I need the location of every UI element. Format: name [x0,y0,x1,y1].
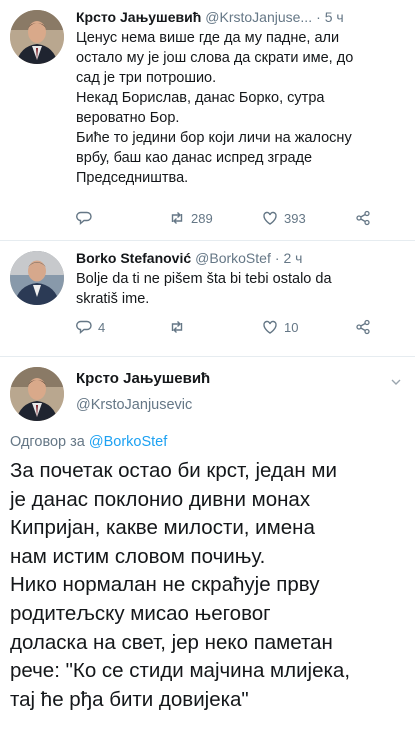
share-icon [356,319,370,335]
heart-icon [263,211,277,225]
reply-to-link[interactable]: @BorkoStef [89,434,167,450]
reply-button[interactable] [76,210,136,226]
tweet-content: Крсто Јањушевић @KrstoJanjuse... · 5 ч Ц… [76,8,405,188]
separator-dot: · [316,9,321,25]
share-icon [356,210,370,226]
tweet-text: За почетак остао би крст, један ми је да… [10,459,351,711]
display-name[interactable]: Borko Stefanović [76,249,191,267]
display-name[interactable]: Крсто Јањушевић [76,369,210,389]
reply-icon [76,320,92,335]
reply-context: Одговор за @BorkoStef [10,434,167,450]
chevron-down-icon[interactable] [389,375,403,389]
avatar[interactable] [10,10,64,64]
reply-count: 4 [98,319,106,335]
reply-button[interactable]: 4 [76,319,136,335]
user-handle[interactable]: @KrstoJanjusevic [76,395,210,415]
tweet-header: Крсто Јањушевић @KrstoJanjuse... · 5 ч [76,8,405,26]
timestamp[interactable]: 2 ч [284,249,303,267]
reply-label: Одговор за [10,434,85,450]
tweet-text: Bolje da ti ne pišem šta bi tebi ostalo … [76,271,332,307]
author-block: Крсто Јањушевић @KrstoJanjusevic [76,369,210,415]
retweet-icon [171,321,183,333]
tweet-1[interactable]: Крсто Јањушевић @KrstoJanjuse... · 5 ч Ц… [0,0,415,241]
like-count: 393 [284,210,306,226]
share-button[interactable] [355,319,375,335]
like-button[interactable]: 393 [262,210,322,226]
display-name[interactable]: Крсто Јањушевић [76,8,201,26]
share-button[interactable] [355,210,375,226]
avatar-image [10,367,64,421]
heart-icon [263,320,277,334]
tweet-actions: 4 10 [76,319,375,335]
separator-dot: · [274,250,280,266]
retweet-button[interactable] [169,319,229,335]
like-count: 10 [284,319,299,335]
tweet-text: Ценус нема више где да му падне, али ост… [76,30,354,186]
tweet-2[interactable]: Borko Stefanović @BorkoStef · 2 ч Bolje … [0,241,415,357]
avatar-image [10,10,64,64]
tweet-content: Borko Stefanović @BorkoStef · 2 ч Bolje … [76,249,405,309]
retweet-count: 289 [191,210,213,226]
timestamp[interactable]: 5 ч [325,8,344,26]
reply-icon [76,211,92,226]
retweet-button[interactable]: 289 [169,210,229,226]
retweet-icon [171,212,183,224]
tweet-actions: 289 393 [76,210,375,226]
user-handle[interactable]: @BorkoStef [195,249,271,267]
avatar[interactable] [10,367,64,421]
avatar[interactable] [10,251,64,305]
like-button[interactable]: 10 [262,319,322,335]
avatar-image [10,251,64,305]
user-handle[interactable]: @KrstoJanjuse... [205,8,312,26]
main-tweet: Крсто Јањушевић @KrstoJanjusevic Одговор… [0,357,415,743]
tweet-header: Borko Stefanović @BorkoStef · 2 ч [76,249,405,267]
